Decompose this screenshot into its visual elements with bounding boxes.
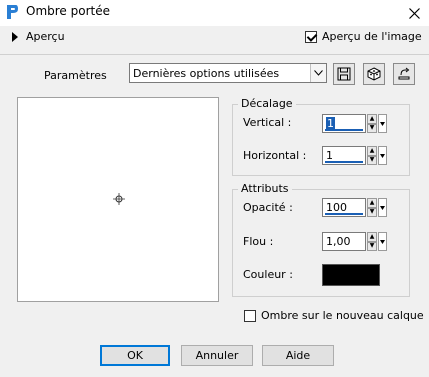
preview-panel[interactable] (17, 97, 219, 302)
preview-expander[interactable]: Aperçu (12, 30, 65, 43)
attributes-group-title: Attributs (238, 182, 292, 195)
horizontal-label: Horizontal : (243, 149, 307, 162)
opacity-label: Opacité : (243, 201, 293, 214)
dropdown-arrow-icon[interactable] (378, 198, 387, 217)
presets-selected-value: Dernières options utilisées (133, 67, 280, 80)
up-arrow-icon[interactable]: ▲ (367, 114, 377, 124)
blur-input[interactable]: 1,00 (322, 232, 366, 251)
dropdown-arrow-icon[interactable] (378, 114, 387, 133)
app-icon (5, 4, 19, 20)
down-arrow-icon[interactable]: ▼ (367, 155, 377, 165)
shadow-color-swatch[interactable] (322, 264, 380, 286)
opacity-input[interactable]: 100 (322, 198, 366, 217)
help-button[interactable]: Aide (262, 345, 334, 366)
vertical-label: Vertical : (243, 116, 292, 129)
up-arrow-icon[interactable]: ▲ (367, 198, 377, 208)
horizontal-spinbox[interactable]: 1 ▲ ▼ (322, 146, 387, 165)
presets-label: Paramètres (44, 69, 107, 82)
divider (0, 54, 429, 55)
vertical-spinbox[interactable]: 1 ▲ ▼ (322, 114, 387, 133)
close-icon (408, 7, 420, 19)
blur-value: 1,00 (326, 235, 351, 248)
vertical-input[interactable]: 1 (322, 114, 366, 133)
blur-label: Flou : (243, 235, 274, 248)
reset-button[interactable] (393, 63, 415, 85)
window-title: Ombre portée (26, 4, 110, 18)
presets-dropdown[interactable]: Dernières options utilisées (129, 63, 327, 83)
random-cube-icon (367, 67, 381, 81)
shadow-new-layer-label: Ombre sur le nouveau calque (261, 309, 424, 322)
down-arrow-icon[interactable]: ▼ (367, 207, 377, 217)
up-arrow-icon[interactable]: ▲ (367, 146, 377, 156)
close-button[interactable] (399, 0, 429, 26)
horizontal-input[interactable]: 1 (322, 146, 366, 165)
checkbox-box[interactable] (305, 30, 317, 43)
show-preview-checkbox[interactable]: Aperçu de l'image (305, 30, 422, 43)
offset-group-title: Décalage (238, 97, 296, 110)
dropdown-arrow-icon[interactable] (378, 232, 387, 251)
expand-arrow-icon (12, 31, 18, 42)
color-label: Couleur : (243, 268, 293, 281)
cancel-button[interactable]: Annuler (181, 345, 253, 366)
save-preset-icon (337, 67, 351, 81)
chevron-down-icon[interactable] (310, 64, 326, 82)
checkbox-box[interactable] (244, 309, 256, 322)
show-preview-label: Aperçu de l'image (322, 30, 422, 43)
shadow-new-layer-checkbox[interactable]: Ombre sur le nouveau calque (244, 309, 424, 322)
up-arrow-icon[interactable]: ▲ (367, 232, 377, 242)
down-arrow-icon[interactable]: ▼ (367, 241, 377, 251)
crosshair-icon (113, 193, 125, 208)
blur-spinbox[interactable]: 1,00 ▲ ▼ (322, 232, 387, 251)
dropdown-arrow-icon[interactable] (378, 146, 387, 165)
down-arrow-icon[interactable]: ▼ (367, 123, 377, 133)
save-preset-button[interactable] (333, 63, 355, 85)
preview-expander-label: Aperçu (26, 30, 65, 43)
ok-button[interactable]: OK (100, 345, 170, 366)
reset-icon (398, 67, 410, 80)
opacity-spinbox[interactable]: 100 ▲ ▼ (322, 198, 387, 217)
randomize-button[interactable] (363, 63, 385, 85)
